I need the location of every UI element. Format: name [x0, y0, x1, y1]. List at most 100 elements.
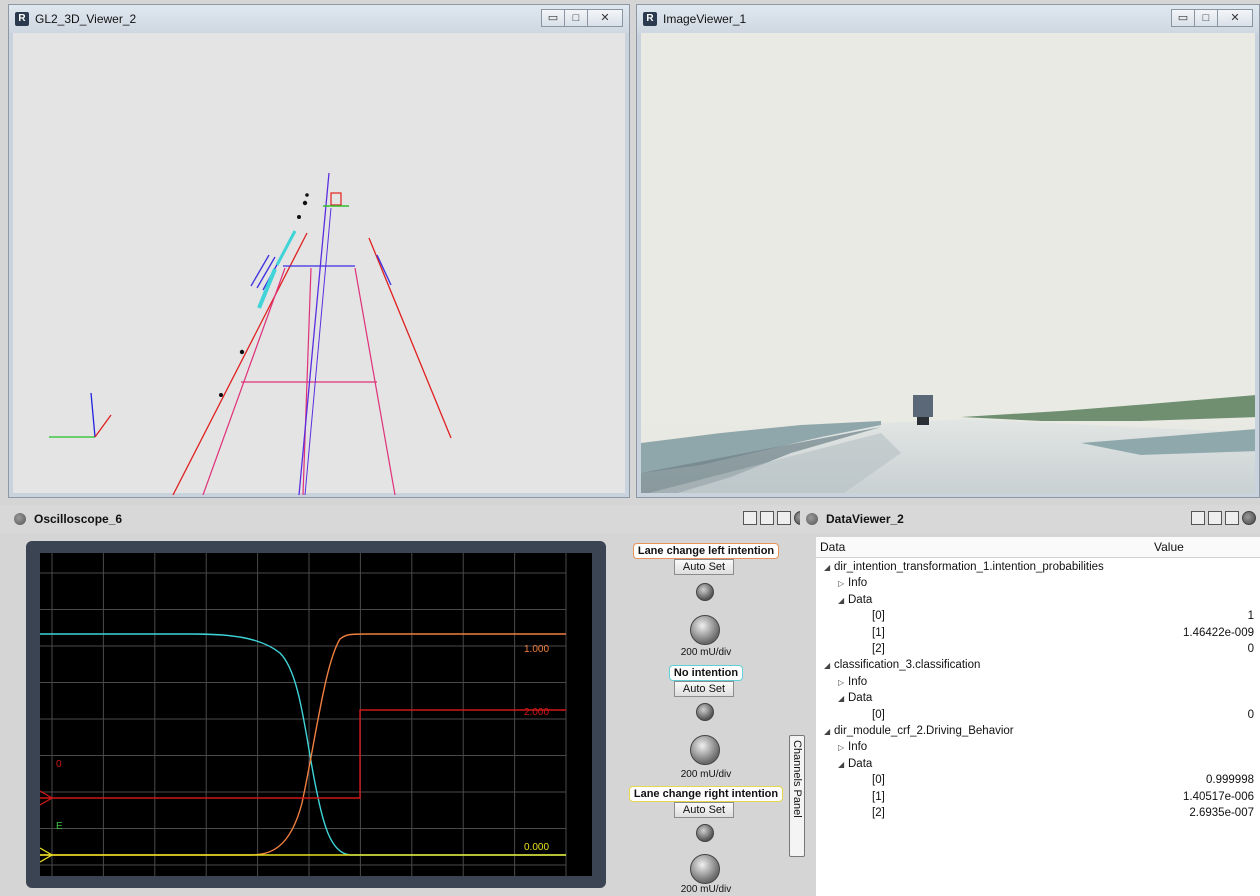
tree-row-text: classification_3.classification — [834, 659, 981, 672]
track-point — [305, 193, 309, 197]
channels-panel-label: Channels Panel — [791, 740, 803, 818]
tree-row-text: [1] — [872, 790, 885, 803]
channel-label[interactable]: Lane change left intention — [632, 543, 780, 559]
data-tree-header: Data Value — [816, 537, 1260, 558]
axis-z — [94, 414, 112, 438]
tree-row-value: 1.40517e-006 — [1183, 790, 1254, 803]
channel-no-intention: No intention Auto Set 200 mU/div — [612, 665, 800, 780]
expand-open-icon[interactable]: ◢ — [838, 593, 848, 609]
tree-row[interactable]: ◢ dir_intention_transformation_1.intentio… — [816, 559, 1260, 575]
tree-row[interactable]: ◢ Data — [816, 690, 1260, 706]
lane-line-left — [172, 232, 308, 496]
channel-mark: E — [56, 821, 63, 832]
expand-open-icon[interactable]: ◢ — [838, 691, 848, 707]
offset-knob[interactable] — [696, 824, 714, 842]
scale-label: 200 mU/div — [680, 647, 732, 658]
pause-button[interactable] — [760, 511, 774, 525]
tree-row[interactable]: ◢ classification_3.classification — [816, 657, 1260, 673]
maximize-button[interactable]: □ — [1194, 9, 1218, 27]
expand-closed-icon[interactable]: ▷ — [838, 576, 848, 592]
auto-set-button[interactable]: Auto Set — [674, 681, 734, 697]
column-value[interactable]: Value — [1154, 540, 1184, 554]
lane-tick — [250, 254, 270, 287]
tree-row[interactable]: ▷ Info — [816, 739, 1260, 755]
maximize-button[interactable]: □ — [564, 9, 588, 27]
data-tree[interactable]: Data Value ◢ dir_intention_transformation… — [816, 537, 1260, 896]
channel-label[interactable]: Lane change right intention — [628, 786, 784, 802]
panel-status-icon — [806, 513, 818, 525]
tree-row[interactable]: [0] 0 — [816, 707, 1260, 723]
target-box — [330, 192, 342, 206]
tree-row[interactable]: ◢ dir_module_crf_2.Driving_Behavior — [816, 723, 1260, 739]
expand-open-icon[interactable]: ◢ — [824, 658, 834, 674]
column-data[interactable]: Data — [820, 540, 845, 554]
expand-open-icon[interactable]: ◢ — [838, 757, 848, 773]
tree-row-text: Info — [848, 675, 868, 688]
tree-row[interactable]: [0] 1 — [816, 608, 1260, 624]
oscilloscope-screen[interactable]: 0 E 1.000 2.000 0.000 — [39, 553, 592, 876]
scale-knob[interactable] — [690, 615, 720, 645]
trace-no-intention — [40, 633, 566, 856]
dataviewer-header[interactable]: DataViewer_2 — [800, 505, 1260, 533]
imageviewer-window[interactable]: R ImageViewer_1 ▭ □ ✕ — [636, 4, 1260, 498]
track-point — [219, 393, 223, 397]
tree-row[interactable]: ◢ Data — [816, 756, 1260, 772]
lane-scene — [49, 172, 452, 496]
tree-row-text: Data — [848, 692, 873, 705]
scope-plot: 0 E 1.000 2.000 0.000 — [39, 553, 567, 876]
minimize-panel-button[interactable] — [1191, 511, 1205, 525]
viewer3d-title: GL2_3D_Viewer_2 — [35, 12, 137, 26]
expand-open-icon[interactable]: ◢ — [824, 560, 834, 576]
tree-row-text: dir_module_crf_2.Driving_Behavior — [834, 725, 1014, 737]
tree-row[interactable]: ◢ Data — [816, 592, 1260, 608]
lane-line-right — [368, 237, 452, 439]
tree-row[interactable]: [2] 0 — [816, 641, 1260, 657]
close-button[interactable]: ✕ — [1217, 9, 1253, 27]
tree-row-label: ◢ classification_3.classification — [824, 657, 980, 674]
track-point — [297, 215, 301, 219]
trash-icon[interactable] — [1225, 511, 1239, 525]
auto-set-button[interactable]: Auto Set — [674, 802, 734, 818]
lane-tick — [376, 254, 392, 286]
minimize-button[interactable]: ▭ — [1171, 9, 1195, 27]
app-icon: R — [15, 12, 29, 26]
auto-set-button[interactable]: Auto Set — [674, 559, 734, 575]
tree-row-label: ▷ Info — [838, 674, 867, 691]
tree-row[interactable]: [1] 1.40517e-006 — [816, 789, 1260, 805]
tree-row-label: [0] — [852, 707, 885, 723]
center-axis — [298, 172, 330, 496]
tree-row[interactable]: ▷ Info — [816, 674, 1260, 690]
oscilloscope-header[interactable]: Oscilloscope_6 — [0, 505, 812, 533]
tree-row[interactable]: [0] 0.999998 — [816, 772, 1260, 788]
tree-row[interactable]: ▷ Info — [816, 575, 1260, 591]
tree-row-label: ◢ Data — [838, 690, 872, 707]
viewer3d-window[interactable]: R GL2_3D_Viewer_2 ▭ □ ✕ — [8, 4, 630, 498]
offset-knob[interactable] — [696, 583, 714, 601]
minimize-button[interactable]: ▭ — [541, 9, 565, 27]
tree-row-label: ◢ Data — [838, 756, 872, 773]
expand-closed-icon[interactable]: ▷ — [838, 675, 848, 691]
viewer3d-titlebar[interactable]: R GL2_3D_Viewer_2 ▭ □ ✕ — [9, 5, 629, 33]
offset-knob[interactable] — [696, 703, 714, 721]
close-button[interactable]: ✕ — [587, 9, 623, 27]
settings-icon[interactable] — [1242, 511, 1256, 525]
tree-row-text: [0] — [872, 774, 885, 787]
pause-button[interactable] — [1208, 511, 1222, 525]
scale-knob[interactable] — [690, 735, 720, 765]
channel-label[interactable]: No intention — [668, 665, 744, 681]
expand-open-icon[interactable]: ◢ — [824, 724, 834, 740]
tree-row[interactable]: [2] 2.6935e-007 — [816, 805, 1260, 821]
channels-panel-tab[interactable]: Channels Panel — [789, 735, 805, 857]
expand-closed-icon[interactable]: ▷ — [838, 740, 848, 756]
tree-row[interactable]: [1] 1.46422e-009 — [816, 625, 1260, 641]
minimize-panel-button[interactable] — [743, 511, 757, 525]
tree-row-text: dir_intention_transformation_1.intention… — [834, 561, 1104, 573]
level-label: 0.000 — [524, 842, 549, 853]
tree-row-text: [2] — [872, 643, 885, 655]
tree-row-label: [1] — [852, 625, 885, 641]
trash-icon[interactable] — [777, 511, 791, 525]
tree-row-text: [0] — [872, 708, 885, 721]
viewer3d-canvas[interactable] — [13, 33, 625, 496]
scale-knob[interactable] — [690, 854, 720, 884]
imageviewer-titlebar[interactable]: R ImageViewer_1 ▭ □ ✕ — [637, 5, 1259, 33]
